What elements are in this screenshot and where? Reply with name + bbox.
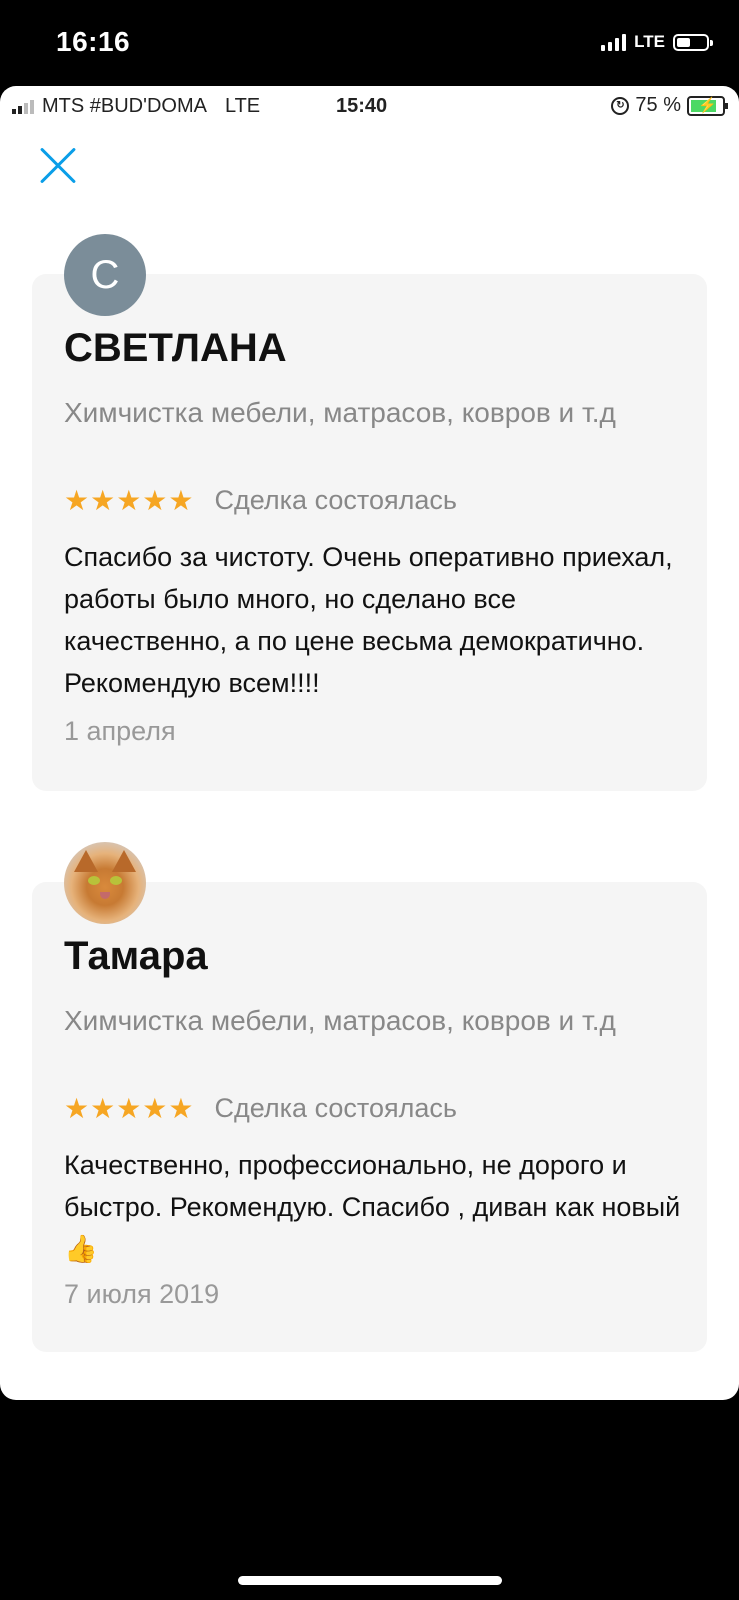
review-card: С СВЕТЛАНА Химчистка мебели, матрасов, к… [32,234,707,791]
inner-battery-icon: ⚡ [687,95,728,116]
star-icon: ★★★★★ [64,1093,195,1124]
rating-row: ★★★★★ Сделка состоялась [64,484,457,517]
cat-eye-right [110,876,122,885]
carrier-name: MTS #BUD'DOMA [42,95,207,117]
service-category: Химчистка мебели, матрасов, ковров и т.д [64,1005,616,1036]
review-text: Спасибо за чистоту. Очень оперативно при… [64,542,673,698]
avatar [64,842,146,924]
review-date: 7 июля 2019 [64,1279,220,1309]
reviewer-name: СВЕТЛАНА [64,326,287,370]
cat-nose [100,892,110,899]
outer-time: 16:16 [56,26,131,57]
inner-network: LTE [224,95,261,117]
cat-ear-left [74,850,98,872]
battery-percent: 75 % [635,94,681,116]
home-indicator[interactable] [238,1576,502,1585]
inner-signal-icon [12,99,34,114]
service-category: Химчистка мебели, матрасов, ковров и т.д [64,397,616,428]
avatar: С [64,234,146,316]
cat-eye-left [88,876,100,885]
outer-status-icons: LTE [601,32,713,52]
cat-ear-right [112,850,136,872]
inner-time: 15:40 [336,95,388,117]
review-date: 1 апреля [64,716,176,746]
review-text: Качественно, профессионально, не дорого … [64,1150,681,1264]
rating-row: ★★★★★ Сделка состоялась [64,1092,457,1125]
signal-icon [601,33,627,51]
star-icon: ★★★★★ [64,485,195,516]
reviewer-name: Тамара [64,934,208,978]
inner-status-bar: MTS #BUD'DOMA LTE 15:40 ↻ 75 % ⚡ [0,86,739,126]
inner-status-icons: ↻ 75 % ⚡ [611,94,728,117]
deal-status: Сделка состоялась [214,485,457,515]
battery-icon [673,33,713,51]
outer-status-bar: 16:16 LTE [0,0,739,88]
carrier-group: MTS #BUD'DOMA LTE [12,95,260,118]
close-icon[interactable] [38,146,78,186]
review-card: Тамара Химчистка мебели, матрасов, ковро… [32,842,707,1352]
outer-network: LTE [634,32,665,51]
screenshot-frame: MTS #BUD'DOMA LTE 15:40 ↻ 75 % ⚡ С СВЕТЛ… [0,86,739,1400]
deal-status: Сделка состоялась [214,1093,457,1123]
rotation-lock-icon: ↻ [611,96,630,115]
